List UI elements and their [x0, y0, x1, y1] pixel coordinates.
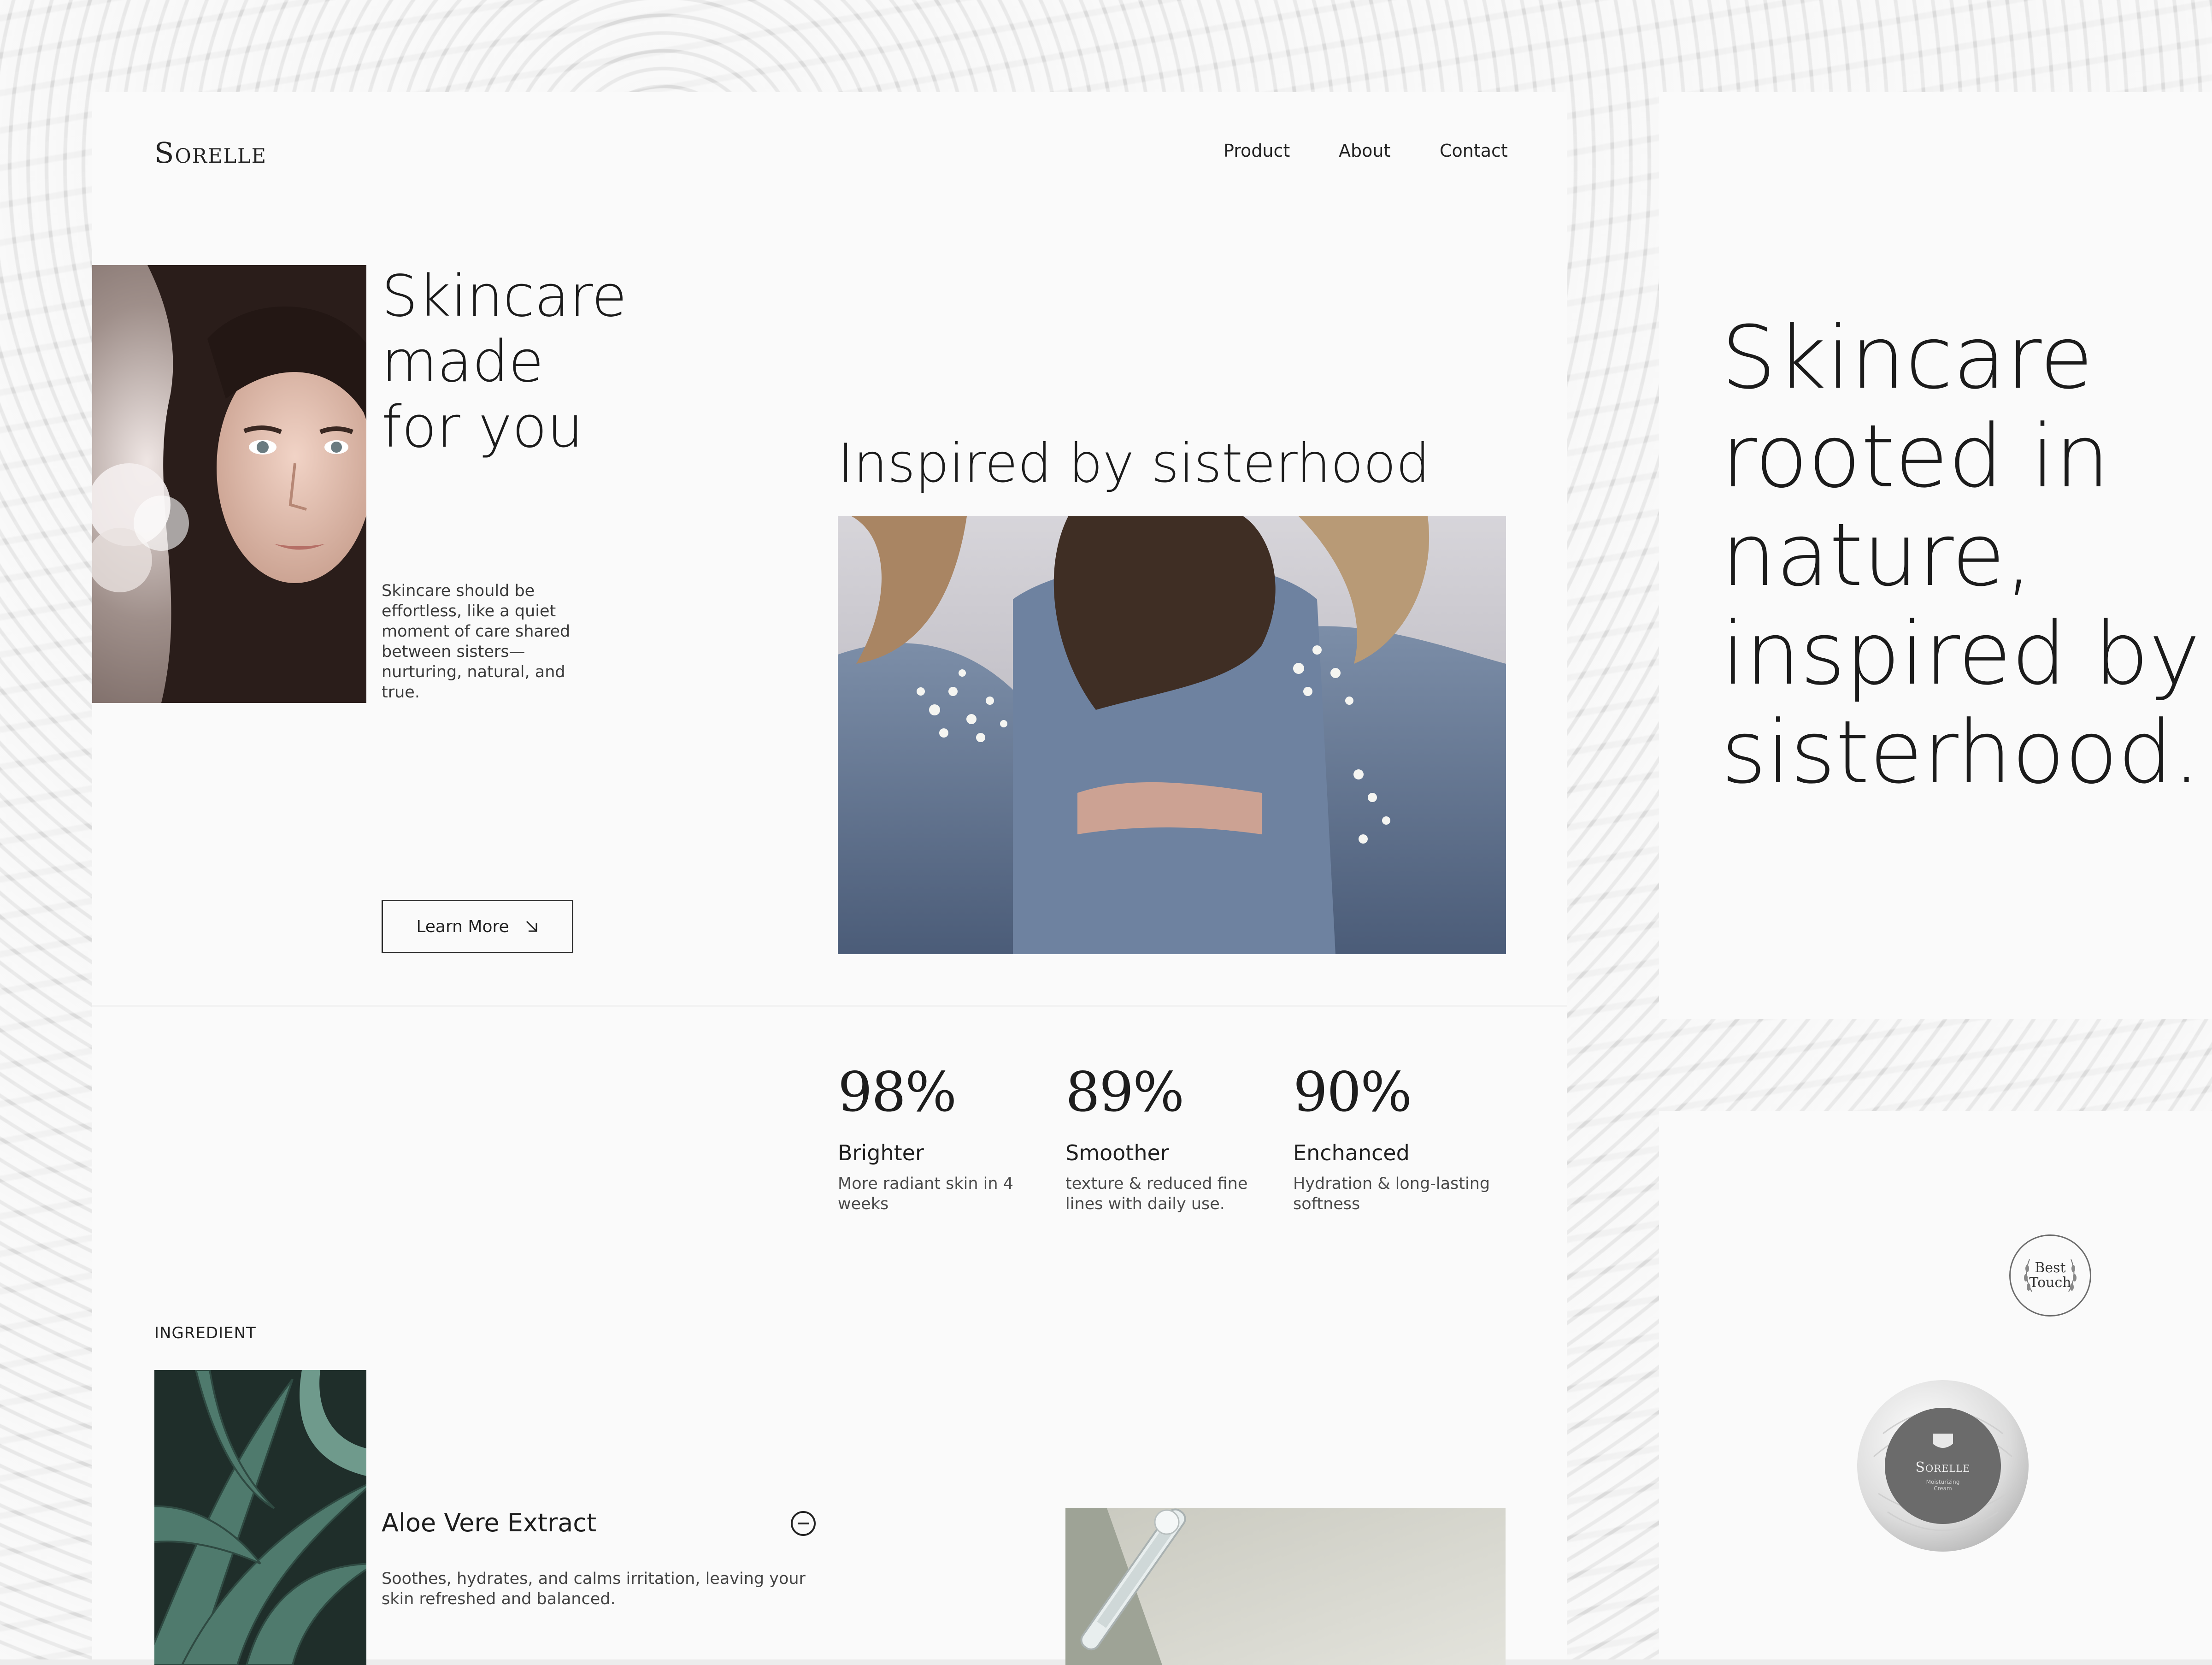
ingredient-title: Aloe Vere Extract — [382, 1508, 597, 1537]
stat-label: Smoother — [1065, 1140, 1169, 1165]
headline-line: rooted in — [1721, 406, 2110, 507]
stat-enhanced: 90% Enchanced Hydration & long-lasting s… — [1293, 1060, 1496, 1214]
best-touch-badge: Best Touch — [2009, 1234, 2091, 1317]
laurel-icon — [2024, 1259, 2077, 1292]
hero-title-line-2: for you — [382, 394, 583, 461]
jar-brand-label: Sorelle — [1915, 1459, 1971, 1476]
headline-line: Skincare — [1721, 307, 2093, 408]
stat-description: Hydration & long-lasting softness — [1293, 1175, 1490, 1213]
stat-smoother: 89% Smoother texture & reduced fine line… — [1065, 1060, 1268, 1214]
moisturizer-jar: Sorelle Moisturizing Cream — [1855, 1378, 2030, 1553]
stat-description: More radiant skin in 4 weeks — [838, 1175, 1013, 1213]
stat-label: Enchanced — [1293, 1140, 1410, 1165]
headline-line: nature, — [1721, 505, 2033, 606]
arrow-down-right-icon — [526, 921, 537, 932]
woman-portrait-photo — [92, 265, 366, 703]
brand-statement-headline: Skincare rooted in nature, inspired by s… — [1721, 309, 2210, 802]
jar-subtitle-label: Moisturizing Cream — [1926, 1479, 1960, 1492]
learn-more-label: Learn More — [416, 917, 509, 936]
stat-description: texture & reduced fine lines with daily … — [1065, 1175, 1248, 1213]
nav-about[interactable]: About — [1339, 141, 1390, 161]
stat-value: 89% — [1065, 1060, 1184, 1124]
brand-logo[interactable]: Sorelle — [154, 136, 267, 170]
stat-brighter: 98% Brighter More radiant skin in 4 week… — [838, 1060, 1041, 1214]
learn-more-button[interactable]: Learn More — [382, 900, 573, 953]
nav-contact[interactable]: Contact — [1440, 141, 1508, 161]
stat-value: 90% — [1293, 1060, 1412, 1124]
stat-label: Brighter — [838, 1140, 924, 1165]
section-divider — [92, 1005, 1567, 1007]
stat-value: 98% — [838, 1060, 957, 1124]
nav-product[interactable]: Product — [1224, 141, 1290, 161]
aloe-plant-photo — [154, 1370, 366, 1665]
hero-description: Skincare should be effortless, like a qu… — [382, 582, 571, 702]
collapse-minus-icon[interactable] — [791, 1511, 816, 1536]
headline-line: sisterhood. — [1721, 702, 2200, 803]
sisterhood-title: Inspired by sisterhood — [838, 432, 1430, 495]
hero-title: Skincare made for you — [382, 264, 796, 460]
ingredient-section-label: INGREDIENT — [154, 1324, 256, 1342]
serum-dropper-photo — [1065, 1508, 1506, 1665]
ingredient-description: Soothes, hydrates, and calms irritation,… — [382, 1570, 806, 1608]
headline-line: inspired by — [1721, 603, 2200, 704]
hero-title-line-1: Skincare made — [382, 263, 627, 395]
sisters-embrace-photo — [838, 516, 1506, 954]
